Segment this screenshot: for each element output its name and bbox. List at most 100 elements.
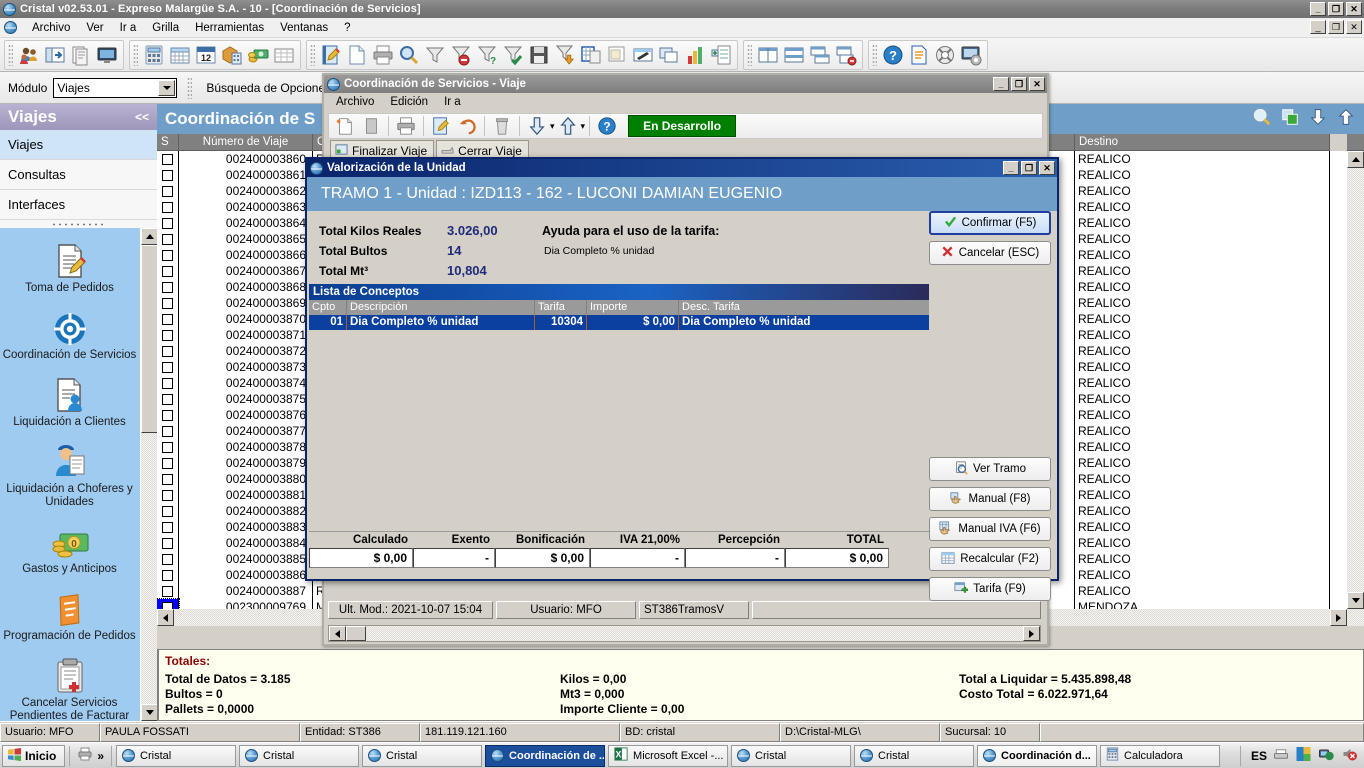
totals-field-total[interactable]: $ 0,00	[785, 548, 889, 568]
row-checkbox[interactable]	[162, 505, 173, 517]
viaje-edit-icon[interactable]	[428, 113, 454, 139]
viaje-minimize-button[interactable]: _	[993, 77, 1009, 91]
move-down-icon[interactable]	[524, 113, 550, 139]
language-indicator[interactable]: ES	[1251, 749, 1267, 763]
restore-button[interactable]: ❐	[1328, 2, 1344, 16]
row-checkbox-cell[interactable]	[157, 375, 179, 391]
taskbar-item-5[interactable]: Cristal	[731, 744, 852, 767]
filter-download-icon[interactable]	[552, 42, 578, 68]
spreadsheet-icon[interactable]	[578, 42, 604, 68]
taskbar-item-2[interactable]: Cristal	[362, 744, 483, 767]
row-checkbox-cell[interactable]	[157, 567, 179, 583]
windows-stack-icon[interactable]	[656, 42, 682, 68]
viaje-menu-archivo[interactable]: Archivo	[328, 96, 382, 108]
tray-volume-muted-icon[interactable]	[1341, 746, 1358, 765]
row-checkbox[interactable]	[162, 345, 173, 357]
dialog-close-button[interactable]: ✕	[1039, 161, 1055, 175]
taskbar-item-4[interactable]: X Microsoft Excel -...	[608, 744, 729, 767]
row-checkbox[interactable]	[162, 201, 173, 213]
undo-icon[interactable]	[454, 113, 480, 139]
row-checkbox-cell[interactable]	[157, 311, 179, 327]
delete-icon[interactable]	[489, 113, 515, 139]
close-button[interactable]: ✕	[1346, 2, 1362, 16]
blank-record-icon[interactable]	[358, 113, 384, 139]
edit-table-icon[interactable]	[630, 42, 656, 68]
tray-display-icon[interactable]	[1295, 746, 1312, 765]
row-checkbox[interactable]	[162, 425, 173, 437]
conceptos-col-cpto[interactable]: Cpto	[309, 300, 347, 315]
row-checkbox-cell[interactable]	[157, 151, 179, 167]
cancelar-button[interactable]: Cancelar (ESC)	[929, 241, 1051, 265]
search-options-label[interactable]: Búsqueda de Opciones	[206, 81, 331, 95]
row-checkbox[interactable]	[162, 281, 173, 293]
viaje-restore-button[interactable]: ❐	[1011, 77, 1027, 91]
filter-help-icon[interactable]: ?	[474, 42, 500, 68]
window-copy-icon[interactable]	[604, 42, 630, 68]
move-up-icon[interactable]	[555, 113, 581, 139]
sidebar-collapse-icon[interactable]: <<	[135, 110, 149, 124]
row-checkbox-cell[interactable]	[157, 263, 179, 279]
toolbar-grip-icon-2[interactable]	[133, 43, 138, 66]
save-icon[interactable]	[526, 42, 552, 68]
row-checkbox-cell[interactable]	[157, 535, 179, 551]
shortcut-liquidacion-a-choferes-y-unidades[interactable]: Liquidación a Choferes y Unidades	[0, 429, 139, 509]
sidebar-item-interfaces[interactable]: Interfaces	[0, 190, 157, 220]
mdi-close-button[interactable]: ✕	[1346, 20, 1362, 34]
quicklaunch-printer-icon[interactable]	[77, 746, 93, 765]
grid-col-s[interactable]: S	[157, 133, 179, 151]
row-checkbox[interactable]	[162, 409, 173, 421]
confirmar-button[interactable]: Confirmar (F5)	[929, 211, 1051, 235]
add-record-icon[interactable]	[708, 42, 734, 68]
sidebar-item-consultas[interactable]: Consultas	[0, 160, 157, 190]
sidebar-splitter[interactable]	[0, 220, 157, 228]
grid-move-down-icon[interactable]	[1308, 107, 1328, 132]
close-all-windows-icon[interactable]	[833, 42, 859, 68]
remote-config-icon[interactable]	[958, 42, 984, 68]
grid-scroll-down-button[interactable]	[1347, 592, 1364, 609]
row-checkbox-cell[interactable]	[157, 359, 179, 375]
calendar-date-icon[interactable]: 12	[193, 42, 219, 68]
cascade-icon[interactable]	[807, 42, 833, 68]
row-checkbox-cell[interactable]	[157, 423, 179, 439]
viaje-scroll-left-button[interactable]	[329, 626, 346, 641]
conceptos-col-tarifa[interactable]: Tarifa	[535, 300, 587, 315]
filter-remove-icon[interactable]	[448, 42, 474, 68]
viaje-menu-edicion[interactable]: Edición	[382, 96, 436, 108]
row-checkbox-cell[interactable]	[157, 343, 179, 359]
row-checkbox[interactable]	[162, 265, 173, 277]
viaje-scroll-thumb[interactable]	[346, 626, 366, 641]
row-checkbox-cell[interactable]	[157, 295, 179, 311]
sidebar-scroll-thumb[interactable]	[141, 245, 157, 433]
row-checkbox-cell[interactable]	[157, 407, 179, 423]
taskbar-item-6[interactable]: Cristal	[854, 744, 975, 767]
row-checkbox[interactable]	[162, 489, 173, 501]
row-checkbox[interactable]	[162, 361, 173, 373]
taskbar-item-0[interactable]: Cristal	[116, 744, 237, 767]
taskbar-item-8[interactable]: Calculadora	[1100, 744, 1221, 767]
viaje-help-icon[interactable]: ?	[594, 113, 620, 139]
totals-field-iva[interactable]: -	[590, 548, 685, 568]
sidebar-scrollbar[interactable]	[140, 228, 157, 721]
row-checkbox[interactable]	[162, 393, 173, 405]
row-checkbox-cell[interactable]	[157, 583, 179, 599]
grid-col-destino[interactable]: Destino	[1075, 133, 1330, 151]
totals-field-bonificacion[interactable]: $ 0,00	[495, 548, 590, 568]
conceptos-col-importe[interactable]: Importe	[587, 300, 679, 315]
row-checkbox-cell[interactable]	[157, 215, 179, 231]
menu-help[interactable]: ?	[337, 20, 357, 36]
tray-printer-icon[interactable]	[1273, 747, 1289, 765]
row-checkbox[interactable]	[162, 569, 173, 581]
shortcut-coordinacion-de-servicios[interactable]: Coordinación de Servicios	[0, 295, 139, 362]
grid-vertical-scrollbar[interactable]	[1347, 151, 1364, 626]
print-icon[interactable]	[370, 42, 396, 68]
menu-grilla[interactable]: Grilla	[145, 20, 186, 36]
row-checkbox[interactable]	[162, 249, 173, 261]
row-checkbox[interactable]	[162, 313, 173, 325]
dialog-minimize-button[interactable]: _	[1003, 161, 1019, 175]
row-checkbox[interactable]	[162, 441, 173, 453]
manual-document-icon[interactable]	[906, 42, 932, 68]
totals-field-calculado[interactable]: $ 0,00	[309, 548, 413, 568]
viaje-menu-ir-a[interactable]: Ir a	[436, 96, 469, 108]
row-checkbox-cell[interactable]	[157, 231, 179, 247]
row-checkbox[interactable]	[162, 377, 173, 389]
